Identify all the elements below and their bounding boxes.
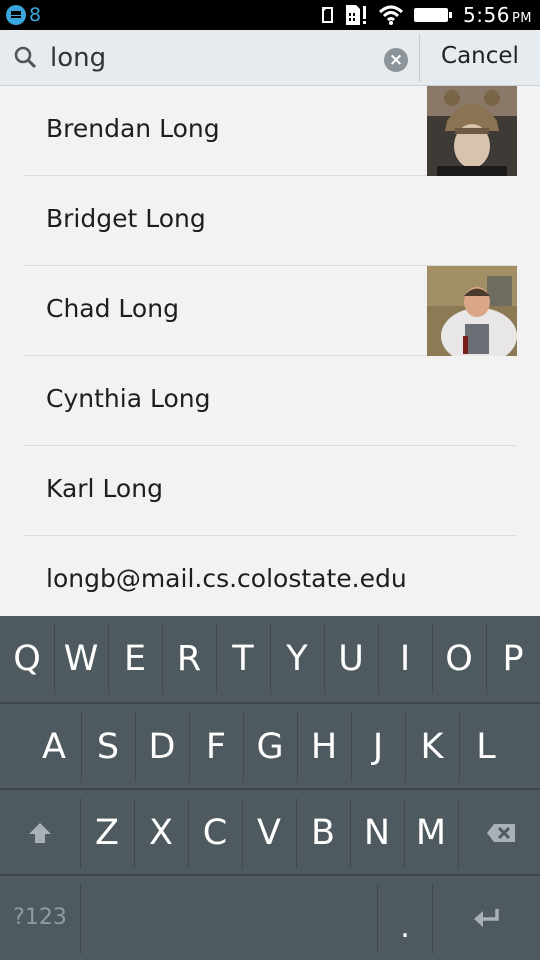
key-divider [189, 712, 190, 782]
key-divider [242, 798, 243, 868]
key-divider [270, 624, 271, 694]
key-l[interactable]: L [459, 704, 513, 790]
list-item[interactable]: Bridget Long [24, 176, 517, 266]
key-divider [243, 712, 244, 782]
keyboard-row-1: QWERTYUIOP [0, 616, 540, 702]
list-item[interactable]: Karl Long [24, 446, 517, 536]
list-item[interactable]: Brendan Long [24, 86, 517, 176]
key-c[interactable]: C [188, 790, 242, 876]
list-item[interactable]: longb@mail.cs.colostate.edu [24, 536, 517, 626]
key-divider [432, 624, 433, 694]
space-key[interactable] [81, 876, 377, 960]
notification-icon [6, 5, 26, 25]
key-d[interactable]: D [135, 704, 189, 790]
backspace-icon [487, 824, 515, 842]
key-t[interactable]: T [216, 616, 270, 702]
sim-alert-icon [346, 5, 367, 25]
avatar [427, 266, 517, 356]
contact-name: Karl Long [46, 474, 163, 503]
screen-rotation-icon [322, 7, 334, 23]
key-y[interactable]: Y [270, 616, 324, 702]
contact-name: Bridget Long [46, 204, 206, 233]
key-divider [297, 712, 298, 782]
key-divider [350, 798, 351, 868]
wifi-icon [379, 5, 404, 25]
search-header: × Cancel [0, 30, 540, 86]
key-r[interactable]: R [162, 616, 216, 702]
status-right: 5:56 PM [321, 3, 532, 27]
key-divider [81, 712, 82, 782]
keyboard: QWERTYUIOP ASDFGHJKL ZXCVBNM ?123 . [0, 616, 540, 960]
key-divider [135, 712, 136, 782]
key-u[interactable]: U [324, 616, 378, 702]
key-x[interactable]: X [134, 790, 188, 876]
key-divider [134, 798, 135, 868]
list-item[interactable]: Cynthia Long [24, 356, 517, 446]
key-divider [216, 624, 217, 694]
key-m[interactable]: M [404, 790, 458, 876]
key-a[interactable]: A [27, 704, 81, 790]
key-divider [405, 712, 406, 782]
key-o[interactable]: O [432, 616, 486, 702]
key-f[interactable]: F [189, 704, 243, 790]
clock-time: 5:56 [463, 3, 510, 27]
key-divider [324, 624, 325, 694]
cancel-button[interactable]: Cancel [420, 30, 540, 86]
shift-icon [29, 823, 51, 843]
contact-email: longb@mail.cs.colostate.edu [46, 564, 407, 593]
key-p[interactable]: P [486, 616, 540, 702]
key-w[interactable]: W [54, 616, 108, 702]
key-b[interactable]: B [296, 790, 350, 876]
key-j[interactable]: J [351, 704, 405, 790]
key-n[interactable]: N [350, 790, 404, 876]
key-q[interactable]: Q [0, 616, 54, 702]
clock: 5:56 PM [463, 3, 532, 27]
status-bar: 8 5:56 PM [0, 0, 540, 30]
key-v[interactable]: V [242, 790, 296, 876]
contact-name: Chad Long [46, 294, 179, 323]
battery-icon [414, 8, 453, 22]
key-divider [296, 798, 297, 868]
keyboard-row-4: ?123 . [0, 876, 540, 960]
key-divider [486, 624, 487, 694]
clock-ampm: PM [511, 11, 532, 26]
period-key[interactable]: . [378, 876, 432, 960]
key-divider [404, 798, 405, 868]
key-divider [108, 624, 109, 694]
contact-name: Cynthia Long [46, 384, 211, 413]
key-h[interactable]: H [297, 704, 351, 790]
key-divider [378, 624, 379, 694]
key-e[interactable]: E [108, 616, 162, 702]
key-divider [459, 712, 460, 782]
search-input[interactable] [50, 40, 370, 76]
key-divider [162, 624, 163, 694]
search-results-list: Brendan Long Bridget Long Chad Long Cynt… [0, 86, 540, 616]
keyboard-row-2: ASDFGHJKL [0, 704, 540, 790]
key-i[interactable]: I [378, 616, 432, 702]
enter-icon [474, 909, 499, 927]
key-divider [458, 798, 459, 868]
contact-name: Brendan Long [46, 114, 220, 143]
list-item[interactable]: Chad Long [24, 266, 517, 356]
notification-count: 8 [29, 4, 42, 26]
backspace-key[interactable] [460, 790, 540, 876]
key-g[interactable]: G [243, 704, 297, 790]
key-divider [188, 798, 189, 868]
shift-key[interactable] [0, 790, 80, 876]
avatar [427, 86, 517, 176]
key-s[interactable]: S [81, 704, 135, 790]
key-k[interactable]: K [405, 704, 459, 790]
key-divider [80, 798, 81, 868]
key-divider [54, 624, 55, 694]
key-z[interactable]: Z [80, 790, 134, 876]
status-left: 8 [6, 4, 41, 26]
clear-search-icon[interactable]: × [384, 48, 408, 72]
key-divider [351, 712, 352, 782]
enter-key[interactable] [433, 876, 540, 960]
search-icon [14, 46, 36, 68]
symbols-key[interactable]: ?123 [0, 876, 80, 960]
keyboard-row-3: ZXCVBNM [0, 790, 540, 876]
